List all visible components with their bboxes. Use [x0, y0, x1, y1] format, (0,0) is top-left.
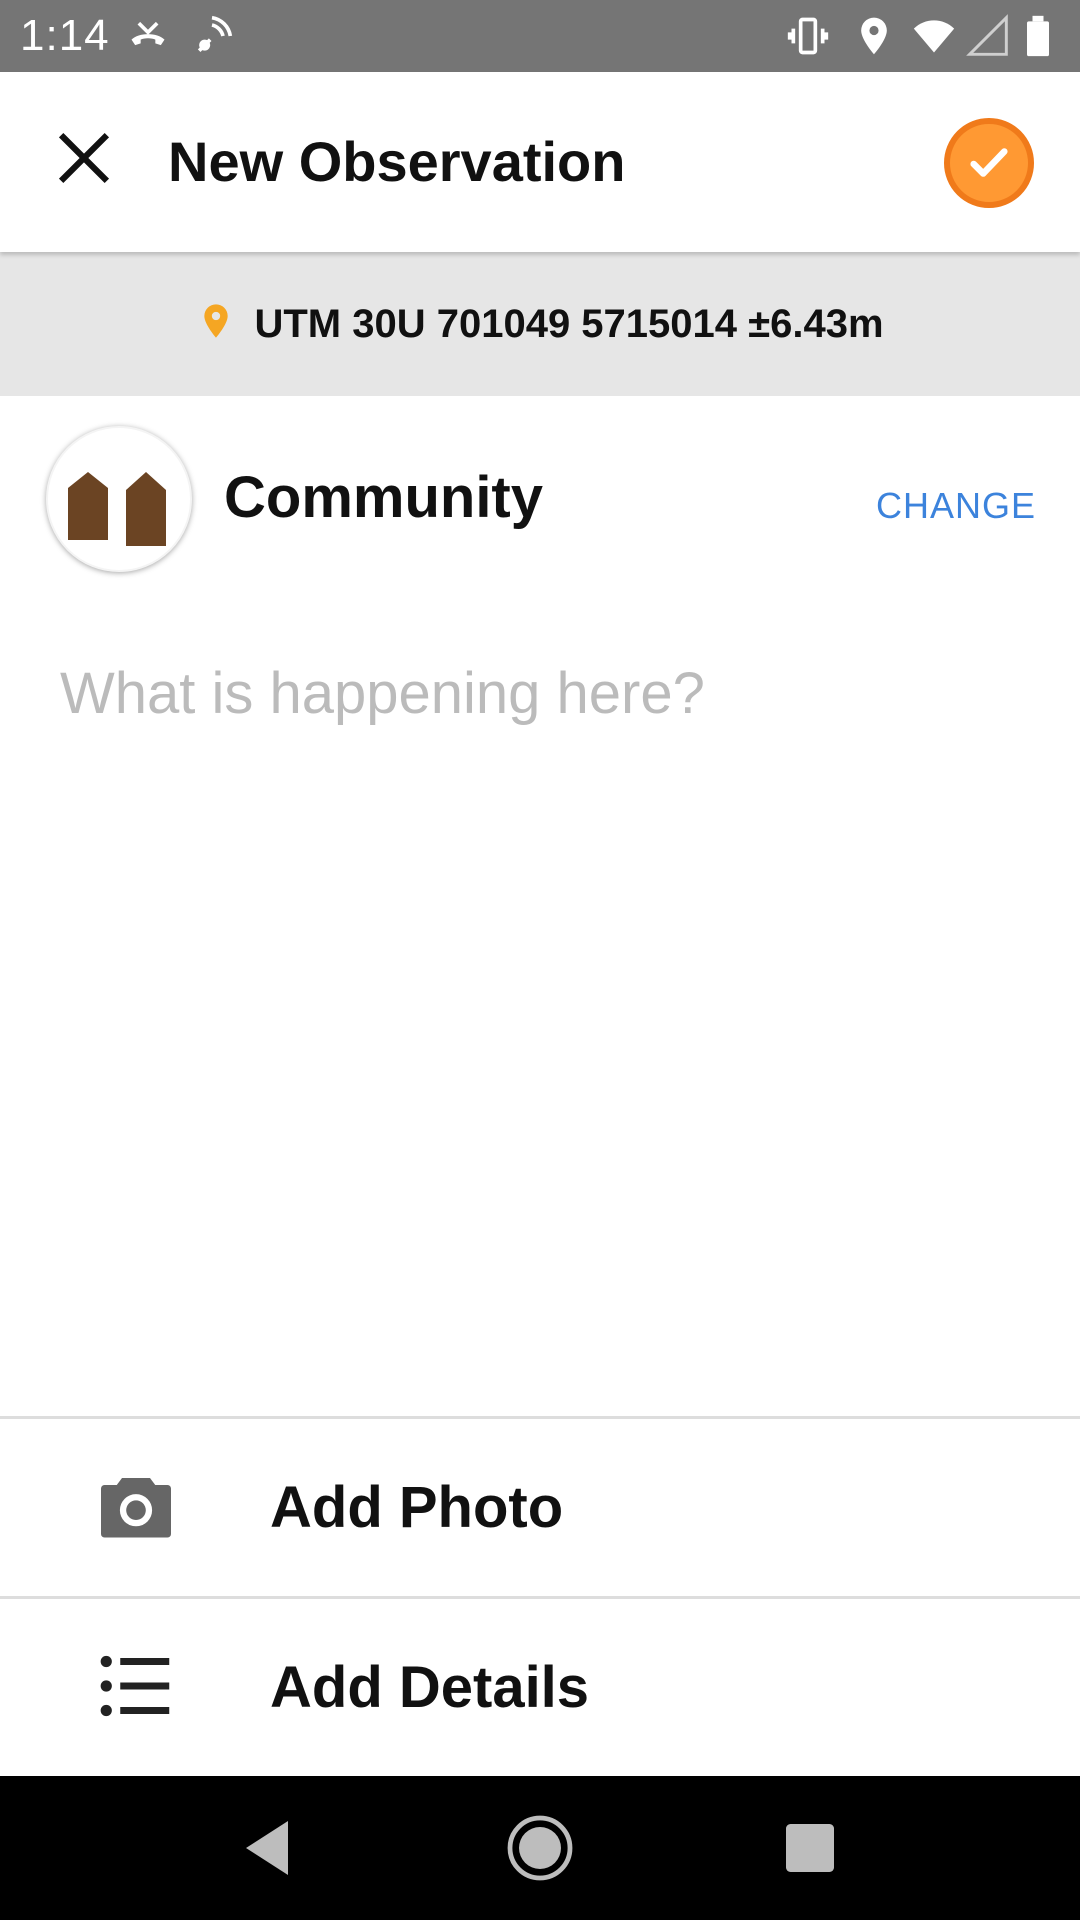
- navigation-bar: [0, 1776, 1080, 1920]
- community-houses-icon: [68, 472, 166, 546]
- cast-icon: [190, 14, 234, 58]
- category-name: Community: [224, 465, 543, 530]
- status-time: 1:14: [20, 11, 110, 60]
- wifi-icon: [912, 14, 956, 58]
- page-title: New Observation: [168, 130, 626, 193]
- add-photo-label: Add Photo: [270, 1475, 564, 1540]
- close-icon: [58, 132, 110, 184]
- back-icon: [246, 1821, 288, 1875]
- list-icon: [94, 1644, 178, 1728]
- camera-icon: [94, 1464, 178, 1548]
- change-category-button[interactable]: CHANGE: [876, 464, 1036, 548]
- back-button[interactable]: [234, 1812, 306, 1884]
- home-button[interactable]: [504, 1812, 576, 1884]
- location-pin-icon: [196, 301, 236, 341]
- toolbar: New Observation: [0, 72, 1080, 252]
- add-photo-button[interactable]: Add Photo: [0, 1420, 1080, 1596]
- location-icon: [852, 14, 896, 58]
- save-observation-button[interactable]: [944, 118, 1034, 208]
- recents-icon: [786, 1824, 834, 1872]
- divider: [0, 1596, 1080, 1599]
- divider: [0, 1416, 1080, 1419]
- battery-icon: [1016, 14, 1060, 58]
- close-button[interactable]: [44, 118, 124, 198]
- location-coordinates: UTM 30U 701049 5715014 ±6.43m: [254, 301, 884, 346]
- category-avatar[interactable]: [46, 426, 192, 572]
- recents-button[interactable]: [774, 1812, 846, 1884]
- checkmark-icon: [970, 148, 1008, 177]
- vibrate-icon: [786, 14, 830, 58]
- add-details-button[interactable]: Add Details: [0, 1600, 1080, 1776]
- location-bar: UTM 30U 701049 5715014 ±6.43m: [0, 252, 1080, 396]
- signal-icon: [966, 14, 1010, 58]
- home-icon: [507, 1815, 573, 1881]
- category-row: Community CHANGE: [0, 396, 1080, 606]
- new-observation-screen: 1:14 New Observation UTM 30U 701049 5715…: [0, 0, 1080, 1920]
- missed-call-icon: [126, 14, 170, 58]
- add-details-label: Add Details: [270, 1655, 590, 1720]
- status-bar: 1:14: [0, 0, 1080, 72]
- observation-notes-input[interactable]: [60, 660, 1020, 1360]
